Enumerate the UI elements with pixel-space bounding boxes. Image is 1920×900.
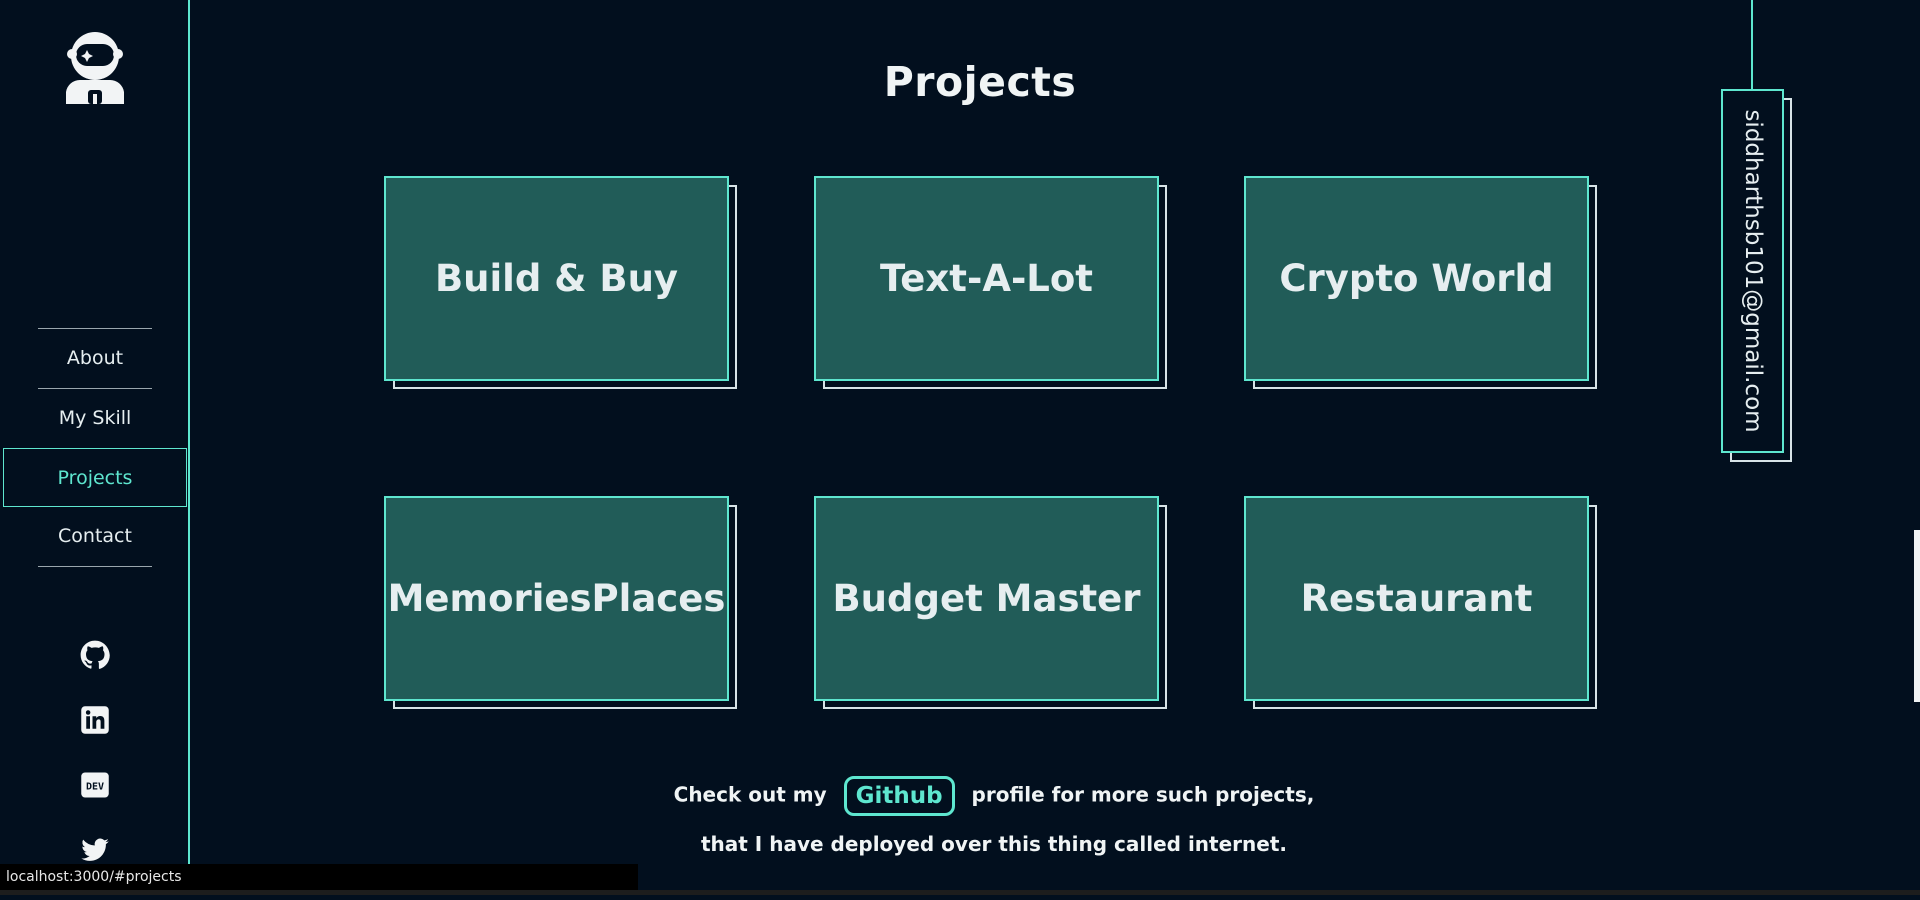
project-card-title: Build & Buy <box>384 176 729 381</box>
project-card-build-and-buy[interactable]: Build & Buy <box>384 176 738 390</box>
nav-item-about[interactable]: About <box>0 329 190 388</box>
social-links: DEV <box>0 640 190 900</box>
nav-item-contact[interactable]: Contact <box>0 507 190 566</box>
project-card-title: Text-A-Lot <box>814 176 1159 381</box>
main-nav: About My Skill Projects Contact <box>0 328 190 567</box>
project-card-restaurant[interactable]: Restaurant <box>1244 496 1598 710</box>
bottom-strip <box>0 890 1920 895</box>
sidebar: About My Skill Projects Contact DEV <box>0 0 190 864</box>
linkedin-icon[interactable] <box>80 705 110 735</box>
footer-text-before: Check out my <box>673 782 827 807</box>
nav-item-projects[interactable]: Projects <box>3 448 187 507</box>
project-card-title: Restaurant <box>1244 496 1589 701</box>
footer-line-1: Check out my Github profile for more suc… <box>0 776 1920 816</box>
nav-divider <box>38 566 152 567</box>
project-card-title: MemoriesPlaces <box>384 496 729 701</box>
nav-item-my-skill[interactable]: My Skill <box>0 389 190 448</box>
email-connector-line <box>1751 0 1753 90</box>
email-address: siddharthsb101@gmail.com <box>1739 109 1766 433</box>
github-profile-link[interactable]: Github <box>843 776 955 816</box>
github-icon[interactable] <box>80 640 110 670</box>
footer-line-2: that I have deployed over this thing cal… <box>700 832 1287 856</box>
email-link[interactable]: siddharthsb101@gmail.com <box>1721 89 1784 453</box>
footer-text-after: profile for more such projects, <box>971 782 1315 807</box>
project-card-crypto-world[interactable]: Crypto World <box>1244 176 1598 390</box>
project-card-memoriesplaces[interactable]: MemoriesPlaces <box>384 496 738 710</box>
browser-status-bar: localhost:3000/#projects <box>0 864 638 890</box>
project-card-text-a-lot[interactable]: Text-A-Lot <box>814 176 1168 390</box>
project-card-title: Crypto World <box>1244 176 1589 381</box>
project-card-budget-master[interactable]: Budget Master <box>814 496 1168 710</box>
page-title: Projects <box>883 58 1077 106</box>
project-card-title: Budget Master <box>814 496 1159 701</box>
scrollbar-thumb[interactable] <box>1914 530 1920 702</box>
